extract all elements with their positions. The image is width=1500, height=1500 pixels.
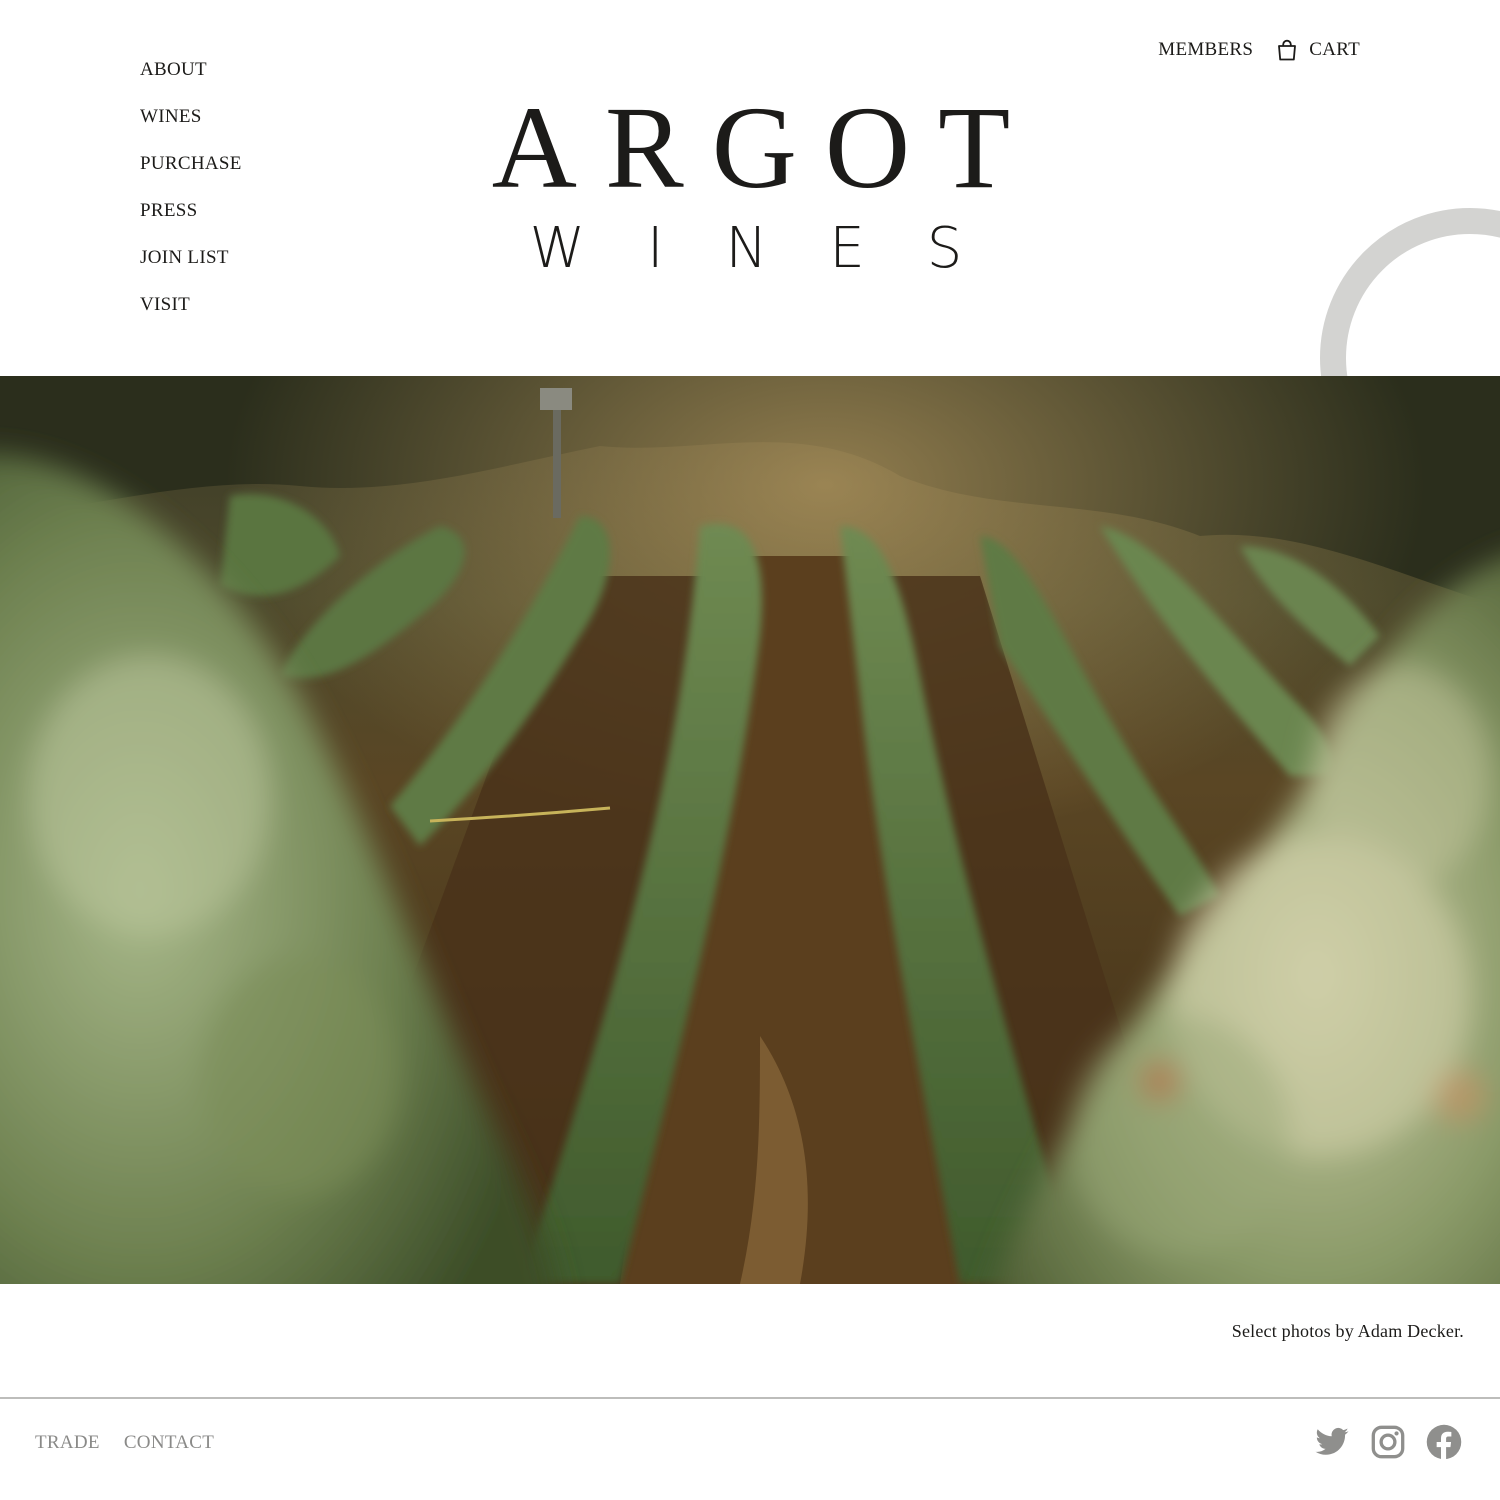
page: ABOUT WINES PURCHASE PRESS JOIN LIST VIS… xyxy=(0,0,1500,1500)
footer-link-contact[interactable]: CONTACT xyxy=(124,1432,214,1454)
social-links xyxy=(1314,1424,1462,1460)
logo-subtitle: WINES xyxy=(529,216,1025,281)
nav-item-purchase[interactable]: PURCHASE xyxy=(140,151,242,198)
members-label: MEMBERS xyxy=(1158,39,1254,60)
instagram-icon[interactable] xyxy=(1370,1424,1406,1460)
hero-image xyxy=(0,376,1500,1284)
footer-link-trade[interactable]: TRADE xyxy=(35,1432,100,1454)
nav-item-press[interactable]: PRESS xyxy=(140,198,242,245)
vineyard-photo xyxy=(0,376,1500,1284)
cart-label: CART xyxy=(1309,39,1360,60)
facebook-icon[interactable] xyxy=(1426,1424,1462,1460)
utility-nav: MEMBERS CART xyxy=(1158,38,1360,62)
footer-divider xyxy=(0,1397,1500,1399)
members-link[interactable]: MEMBERS xyxy=(1158,39,1253,61)
main-nav: ABOUT WINES PURCHASE PRESS JOIN LIST VIS… xyxy=(140,57,242,339)
cart-link[interactable]: CART xyxy=(1275,38,1360,62)
footer-nav: TRADE CONTACT xyxy=(35,1432,214,1454)
twitter-icon[interactable] xyxy=(1314,1424,1350,1460)
nav-item-visit[interactable]: VISIT xyxy=(140,292,242,339)
nav-item-wines[interactable]: WINES xyxy=(140,104,242,151)
nav-item-about[interactable]: ABOUT xyxy=(140,57,242,104)
shopping-bag-icon xyxy=(1278,39,1297,61)
photo-credit: Select photos by Adam Decker. xyxy=(1231,1321,1464,1341)
site-logo[interactable]: ARGOT WINES xyxy=(445,82,1057,282)
nav-item-join-list[interactable]: JOIN LIST xyxy=(140,245,242,292)
logo-wordmark: ARGOT xyxy=(491,82,1039,213)
